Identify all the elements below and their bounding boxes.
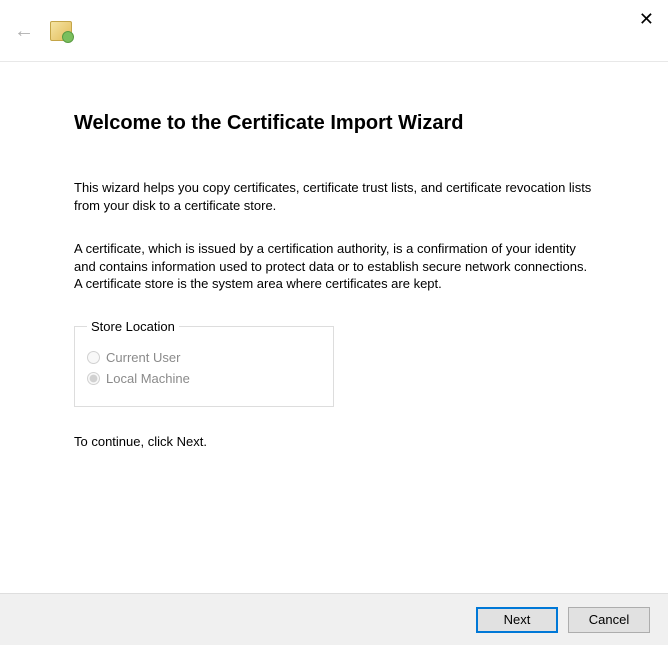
wizard-footer: Next Cancel	[0, 593, 668, 645]
radio-local-machine	[87, 372, 100, 385]
radio-local-machine-row: Local Machine	[87, 371, 321, 386]
radio-current-user-row: Current User	[87, 350, 321, 365]
page-title: Welcome to the Certificate Import Wizard	[74, 112, 594, 135]
cancel-button[interactable]: Cancel	[568, 607, 650, 633]
back-arrow-icon: ←	[14, 21, 34, 41]
close-button[interactable]: ✕	[639, 10, 654, 28]
store-location-group: Store Location Current User Local Machin…	[74, 319, 334, 407]
radio-current-user-label: Current User	[106, 350, 180, 365]
wizard-header: ←	[0, 0, 668, 62]
radio-current-user	[87, 351, 100, 364]
radio-local-machine-label: Local Machine	[106, 371, 190, 386]
store-location-legend: Store Location	[87, 319, 179, 334]
wizard-content: Welcome to the Certificate Import Wizard…	[0, 62, 668, 450]
certificate-wizard-icon	[50, 21, 72, 41]
intro-paragraph: This wizard helps you copy certificates,…	[74, 179, 594, 214]
continue-hint: To continue, click Next.	[74, 433, 594, 451]
explanation-paragraph: A certificate, which is issued by a cert…	[74, 240, 594, 293]
next-button[interactable]: Next	[476, 607, 558, 633]
